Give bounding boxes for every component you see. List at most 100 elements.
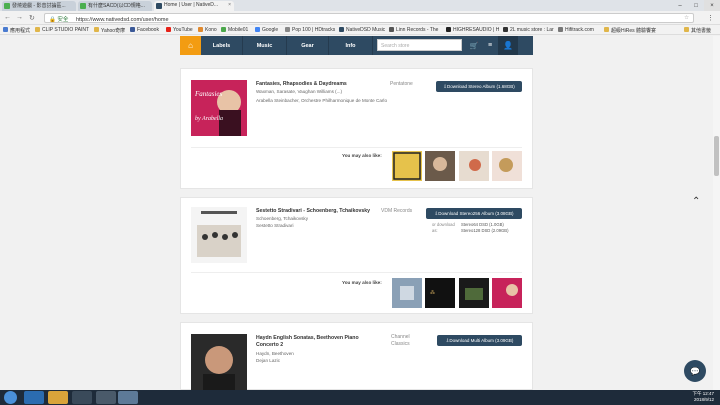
chrome-icon[interactable] xyxy=(118,391,138,404)
suggestion-thumb[interactable] xyxy=(492,151,522,181)
album-artist: Dejan Lazic xyxy=(256,358,281,363)
windows-taskbar: 下午 12:47 2018/9/12 xyxy=(0,390,720,405)
suggestion-thumb[interactable]: ⁂ xyxy=(425,278,455,308)
album-cover[interactable] xyxy=(191,334,247,390)
youtube-icon xyxy=(166,27,171,32)
close-tab-icon[interactable]: × xyxy=(228,2,231,8)
user-account-button[interactable]: 👤 xyxy=(498,36,518,55)
suggestion-thumb[interactable] xyxy=(459,151,489,181)
chat-icon: 💬 xyxy=(690,366,700,376)
album-title[interactable]: Fantasies, Rhapsodies & Daydreams xyxy=(256,81,347,87)
cart-icon[interactable]: 🛒 xyxy=(466,36,482,55)
omnibox[interactable]: 🔒 安全 https://www.nativedsd.com/user/home… xyxy=(44,13,694,23)
minimize-icon[interactable]: – xyxy=(672,0,688,11)
bookmark-item[interactable]: 超級HiRes 體驗饗宴 xyxy=(604,27,656,34)
bookmark-item[interactable]: Yahoo奇摩 xyxy=(94,27,125,34)
menu-icon[interactable]: ≡ xyxy=(482,36,498,55)
bookmark-item[interactable]: Hifitrack.com xyxy=(558,27,594,33)
album-artist: Arabella Steinbacher, Orchestre Philharm… xyxy=(256,98,387,103)
app-icon[interactable] xyxy=(96,391,116,404)
nav-labels[interactable]: Labels xyxy=(201,36,243,55)
or-download-label: or download as: xyxy=(432,222,455,233)
search-input[interactable]: Search store xyxy=(377,39,462,51)
album-title[interactable]: Sestetto Stradivari - Schoenberg, Tchaik… xyxy=(256,208,370,214)
bookmark-item[interactable]: 應用程式 xyxy=(3,27,30,34)
suggestion-thumb[interactable] xyxy=(459,278,489,308)
bookmark-item[interactable]: Pop 100 | HDtracks xyxy=(285,27,335,33)
bookmark-item[interactable]: NativeDSD Music xyxy=(339,27,385,33)
nav-gear[interactable]: Gear xyxy=(287,36,329,55)
album-cover[interactable]: Fantasies by Arabella xyxy=(191,80,247,136)
bookmark-item[interactable]: YouTube xyxy=(166,27,193,33)
google-icon xyxy=(255,27,260,32)
lock-icon: 🔒 xyxy=(49,17,56,23)
record-label[interactable]: VDM Records xyxy=(381,208,412,215)
suggestion-thumb[interactable] xyxy=(392,151,422,181)
url-text: https://www.nativedsd.com/user/home xyxy=(75,17,169,23)
scrollbar-thumb[interactable] xyxy=(714,136,719,176)
nativedsd-favicon-icon xyxy=(156,3,162,9)
alt-download-link[interactable]: Stereo128 DSD (2.09GB) xyxy=(461,228,508,234)
album-title[interactable]: Haydn English Sonatas, Beethoven Piano C… xyxy=(256,335,376,349)
ie-icon[interactable] xyxy=(24,391,44,404)
page-scrollbar[interactable] xyxy=(713,36,720,390)
chrome-menu-icon[interactable]: ⋮ xyxy=(707,14,714,22)
forward-icon[interactable]: → xyxy=(16,14,23,21)
bookmark-item[interactable]: Facebook xyxy=(130,27,159,33)
nav-info[interactable]: Info xyxy=(329,36,373,55)
bookmark-item[interactable]: Google xyxy=(255,27,278,33)
maximize-icon[interactable]: □ xyxy=(688,0,704,11)
clock-date: 2018/9/12 xyxy=(693,397,714,402)
system-tray-clock[interactable]: 下午 12:47 2018/9/12 xyxy=(692,391,714,403)
record-label[interactable]: Channel Classics xyxy=(391,334,421,348)
close-window-icon[interactable]: × xyxy=(704,0,720,11)
highresaudio-icon xyxy=(446,27,451,32)
bookmark-item[interactable]: HIGHRESAUDIO | H xyxy=(446,27,499,33)
explorer-icon[interactable] xyxy=(48,391,68,404)
address-bar: ← → ↻ 🔒 安全 https://www.nativedsd.com/use… xyxy=(0,11,720,25)
browser-tab-2[interactable]: 有什麼SACD(以CD規格... xyxy=(78,1,152,11)
bookmark-star-icon[interactable]: ☆ xyxy=(684,15,689,21)
browser-tab-1[interactable]: 發燒遊戲 - 影音討論區... xyxy=(2,1,76,11)
start-button[interactable] xyxy=(4,391,17,404)
bookmark-item[interactable]: 2L music store : Lar xyxy=(503,27,554,33)
folder-icon xyxy=(604,27,609,32)
album-card: Sestetto Stradivari - Schoenberg, Tchaik… xyxy=(180,197,533,314)
suggestion-thumb[interactable] xyxy=(425,151,455,181)
mobile01-icon xyxy=(221,27,226,32)
download-button[interactable]: ⇩ Download Stereo256 Album (3.08GB) xyxy=(426,208,522,219)
chat-widget-button[interactable]: 💬 xyxy=(684,360,706,382)
download-button[interactable]: ⇩ Download Stereo Album (1.68GB) xyxy=(436,81,522,92)
home-icon: ⌂ xyxy=(188,41,193,50)
apps-icon xyxy=(3,27,8,32)
2l-icon xyxy=(503,27,508,32)
bookmark-item[interactable]: Linn Records - The xyxy=(389,27,438,33)
reload-icon[interactable]: ↻ xyxy=(29,14,35,22)
bookmark-item[interactable]: Kono xyxy=(198,27,217,33)
bookmark-item[interactable]: Mobile01 xyxy=(221,27,248,33)
album-composers: Waxman, Sarasate, Vaughan Williams (...) xyxy=(256,89,343,94)
bookmark-item[interactable]: 其他書籤 xyxy=(684,27,711,34)
folder-icon xyxy=(35,27,40,32)
album-artist: Sestetto Stradivari xyxy=(256,223,294,228)
may-also-like-label: You may also like: xyxy=(342,153,382,158)
album-cover[interactable] xyxy=(191,207,247,263)
download-button[interactable]: ⇩ Download Multi Album (3.09GB) xyxy=(437,335,522,346)
nav-music[interactable]: Music xyxy=(243,36,287,55)
window-controls: – □ × xyxy=(672,0,720,11)
album-meta: Haydn, Beethoven Dejan Lazic xyxy=(256,350,396,364)
home-button[interactable]: ⌂ xyxy=(180,36,201,55)
linn-icon xyxy=(389,27,394,32)
secure-label: 安全 xyxy=(57,17,69,23)
album-meta: Waxman, Sarasate, Vaughan Williams (...)… xyxy=(256,88,396,104)
media-player-icon[interactable] xyxy=(72,391,92,404)
suggestion-thumb[interactable] xyxy=(492,278,522,308)
record-label[interactable]: Pentatone xyxy=(390,81,413,88)
back-to-top-icon[interactable]: ⌃ xyxy=(692,196,700,207)
bookmark-item[interactable]: CLIP STUDIO PAINT xyxy=(35,27,89,33)
divider xyxy=(191,147,522,148)
back-icon[interactable]: ← xyxy=(4,14,11,21)
suggestion-thumb[interactable] xyxy=(392,278,422,308)
hifitrack-icon xyxy=(558,27,563,32)
browser-tab-active[interactable]: Home | User | NativeD... × xyxy=(154,1,234,11)
